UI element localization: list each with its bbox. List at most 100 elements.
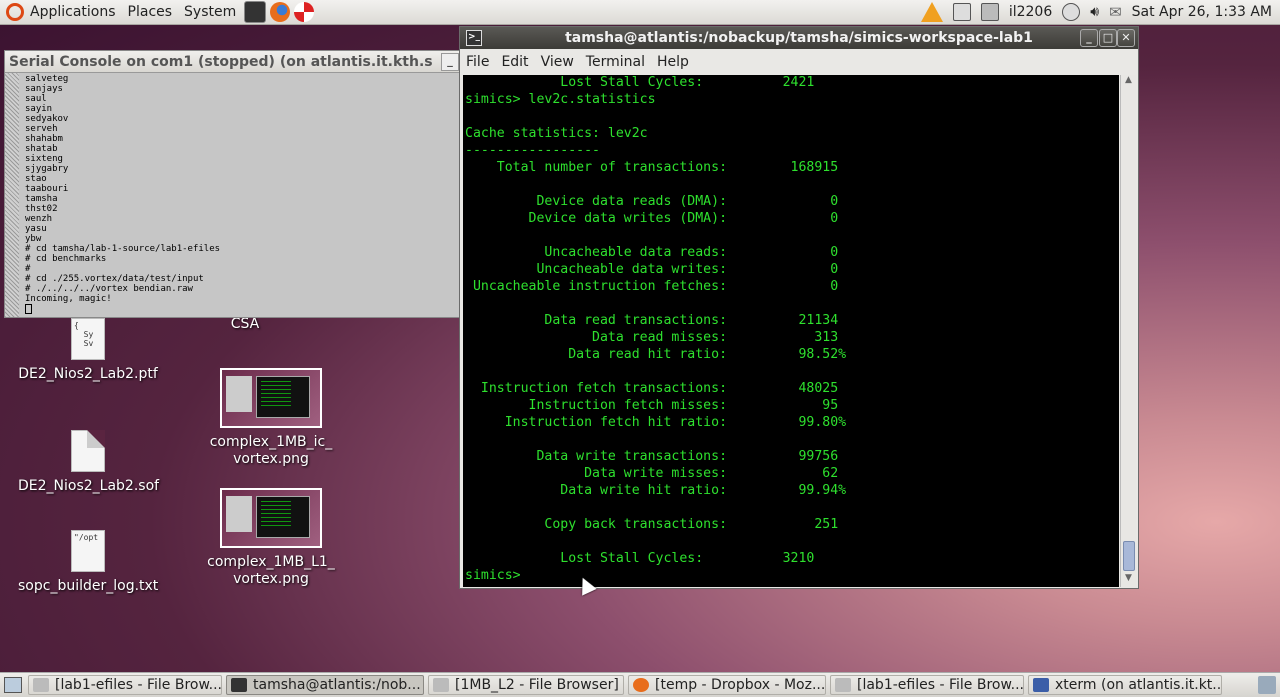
serial-line: # cd tamsha/lab-1-source/lab1-efiles (25, 244, 221, 254)
terminal-screen[interactable]: Lost Stall Cycles: 2421 simics> lev2c.sta… (463, 75, 1119, 587)
ubuntu-logo-icon (6, 3, 24, 21)
taskbar-item[interactable]: [lab1-efiles - File Brow... (830, 675, 1024, 695)
menu-file[interactable]: File (460, 54, 495, 70)
taskbar-item[interactable]: [temp - Dropbox - Moz... (628, 675, 826, 695)
terminal-titlebar[interactable]: >_ tamsha@atlantis:/nobackup/tamsha/simi… (460, 27, 1138, 49)
terminal-line: Data write misses: 62 (465, 466, 839, 481)
serial-line: # cd benchmarks (25, 254, 107, 264)
terminal-window[interactable]: >_ tamsha@atlantis:/nobackup/tamsha/simi… (459, 26, 1139, 589)
terminal-line: Data read transactions: 21134 (465, 313, 839, 328)
help-icon[interactable] (294, 2, 315, 22)
power-icon[interactable] (1062, 3, 1081, 21)
mail-icon[interactable]: ✉ (1109, 3, 1122, 21)
serial-console-window[interactable]: Serial Console on com1 (stopped) (on atl… (4, 50, 460, 318)
username-label: il2206 (1008, 4, 1053, 20)
terminal-scrollbar[interactable]: ▲ ▼ (1120, 75, 1136, 587)
places-menu[interactable]: Places (122, 0, 179, 24)
terminal-line: Data read misses: 313 (465, 330, 839, 345)
volume-icon[interactable]: 🔊︎ (1090, 4, 1099, 20)
menu-terminal[interactable]: Terminal (580, 54, 651, 70)
serial-line: thst02 (25, 204, 58, 214)
taskbar-item[interactable]: xterm (on atlantis.it.kt... (1028, 675, 1222, 695)
terminal-line: Data write hit ratio: 99.94% (465, 483, 847, 498)
applications-menu[interactable]: Applications (0, 0, 122, 24)
serial-line: serveh (25, 124, 58, 134)
desktop-icon-sof[interactable]: DE2_Nios2_Lab2.sof (18, 430, 160, 494)
serial-line: shahabm (25, 134, 63, 144)
menu-help[interactable]: Help (651, 54, 695, 70)
scroll-down-icon[interactable]: ▼ (1121, 573, 1136, 587)
desktop-icon-label: CSA (230, 316, 260, 332)
network-icon[interactable] (952, 3, 971, 21)
serial-cursor (25, 304, 459, 315)
serial-line: saul (25, 94, 47, 104)
clock-label: Sat Apr 26, 1:33 AM (1131, 4, 1272, 20)
taskbar-item-label: tamsha@atlantis:/nob... (253, 677, 421, 693)
close-button[interactable]: ✕ (1117, 29, 1135, 47)
menu-edit[interactable]: Edit (495, 54, 534, 70)
minimize-button[interactable]: _ (1080, 29, 1098, 47)
taskbar-item-label: [lab1-efiles - File Brow... (857, 677, 1024, 693)
terminal-launcher-icon[interactable] (244, 1, 267, 23)
terminal-line: Device data writes (DMA): 0 (465, 211, 839, 226)
terminal-line: Copy back transactions: 251 (465, 517, 839, 532)
serial-console-text: salveteg sanjays saul sayin sedyakov serveh sh… (19, 73, 459, 317)
menu-view[interactable]: View (535, 54, 580, 70)
system-menu[interactable]: System (178, 0, 242, 24)
desktop-icon-label: complex_1MB_L1_ vortex.png (207, 554, 335, 587)
terminal-line: Uncacheable instruction fetches: 0 (465, 279, 839, 294)
serial-line: # ./../../../vortex bendian.raw (25, 284, 193, 294)
desktop-icon-ptf[interactable]: { Sy Sv DE2_Nios2_Lab2.ptf (18, 318, 158, 382)
window-list: [lab1-efiles - File Brow... tamsha@atlant… (26, 675, 1254, 695)
trash-icon[interactable] (1258, 676, 1276, 694)
serial-scrollbar[interactable] (5, 73, 19, 317)
serial-console-titlebar[interactable]: Serial Console on com1 (stopped) (on atl… (5, 51, 459, 73)
scroll-thumb[interactable] (1123, 541, 1135, 571)
image-thumbnail-icon (220, 368, 322, 428)
desktop-icon-label: complex_1MB_ic_ vortex.png (209, 434, 333, 467)
serial-line: sixteng (25, 154, 63, 164)
serial-line: shatab (25, 144, 58, 154)
terminal-line: Data write transactions: 99756 (465, 449, 839, 464)
notification-area: il2206 🔊︎ ✉ Sat Apr 26, 1:33 AM (916, 0, 1280, 24)
desktop-icon-complex-l1[interactable]: complex_1MB_L1_ vortex.png (206, 488, 336, 588)
terminal-line: Instruction fetch hit ratio: 99.80% (465, 415, 847, 430)
desktop-icon-label: DE2_Nios2_Lab2.sof (18, 478, 160, 494)
serial-line: yasu (25, 224, 47, 234)
serial-console-body[interactable]: salveteg sanjays saul sayin sedyakov serveh sh… (5, 73, 459, 317)
terminal-line: Device data reads (DMA): 0 (465, 194, 839, 209)
maximize-button[interactable]: □ (1099, 29, 1117, 47)
user-switcher[interactable]: il2206 (1009, 4, 1052, 20)
terminal-line: Data read hit ratio: 98.52% (465, 347, 847, 362)
serial-line: taabouri (25, 184, 69, 194)
system-label: System (184, 4, 237, 20)
terminal-menubar: File Edit View Terminal Help (460, 49, 1138, 74)
taskbar-item[interactable]: [1MB_L2 - File Browser] (428, 675, 624, 695)
keyboard-icon[interactable] (980, 3, 999, 21)
applications-label: Applications (30, 4, 116, 20)
taskbar-item[interactable]: [lab1-efiles - File Brow... (28, 675, 222, 695)
serial-line: sedyakov (25, 114, 69, 124)
taskbar-item[interactable]: tamsha@atlantis:/nob... (226, 675, 424, 695)
serial-line: Incoming, magic! (25, 294, 112, 304)
serial-line: wenzh (25, 214, 53, 224)
desktop-icon-complex-ic[interactable]: complex_1MB_ic_ vortex.png (206, 368, 336, 468)
clock[interactable]: Sat Apr 26, 1:33 AM (1132, 4, 1272, 20)
text-file-icon: { Sy Sv (71, 318, 105, 360)
desktop-icon-label: DE2_Nios2_Lab2.ptf (18, 366, 158, 382)
show-desktop-icon[interactable] (4, 677, 22, 693)
desktop-icon-sopc-log[interactable]: "/opt sopc_builder_log.txt (18, 530, 158, 594)
minimize-button[interactable]: _ (441, 53, 459, 71)
scroll-up-icon[interactable]: ▲ (1121, 75, 1136, 89)
desktop-icon-csa[interactable]: CSA (200, 316, 290, 332)
terminal-line: Instruction fetch misses: 95 (465, 398, 839, 413)
warning-icon[interactable] (920, 2, 943, 22)
file-browser-icon (835, 678, 851, 692)
firefox-icon (633, 678, 649, 692)
firefox-icon[interactable] (270, 2, 291, 22)
